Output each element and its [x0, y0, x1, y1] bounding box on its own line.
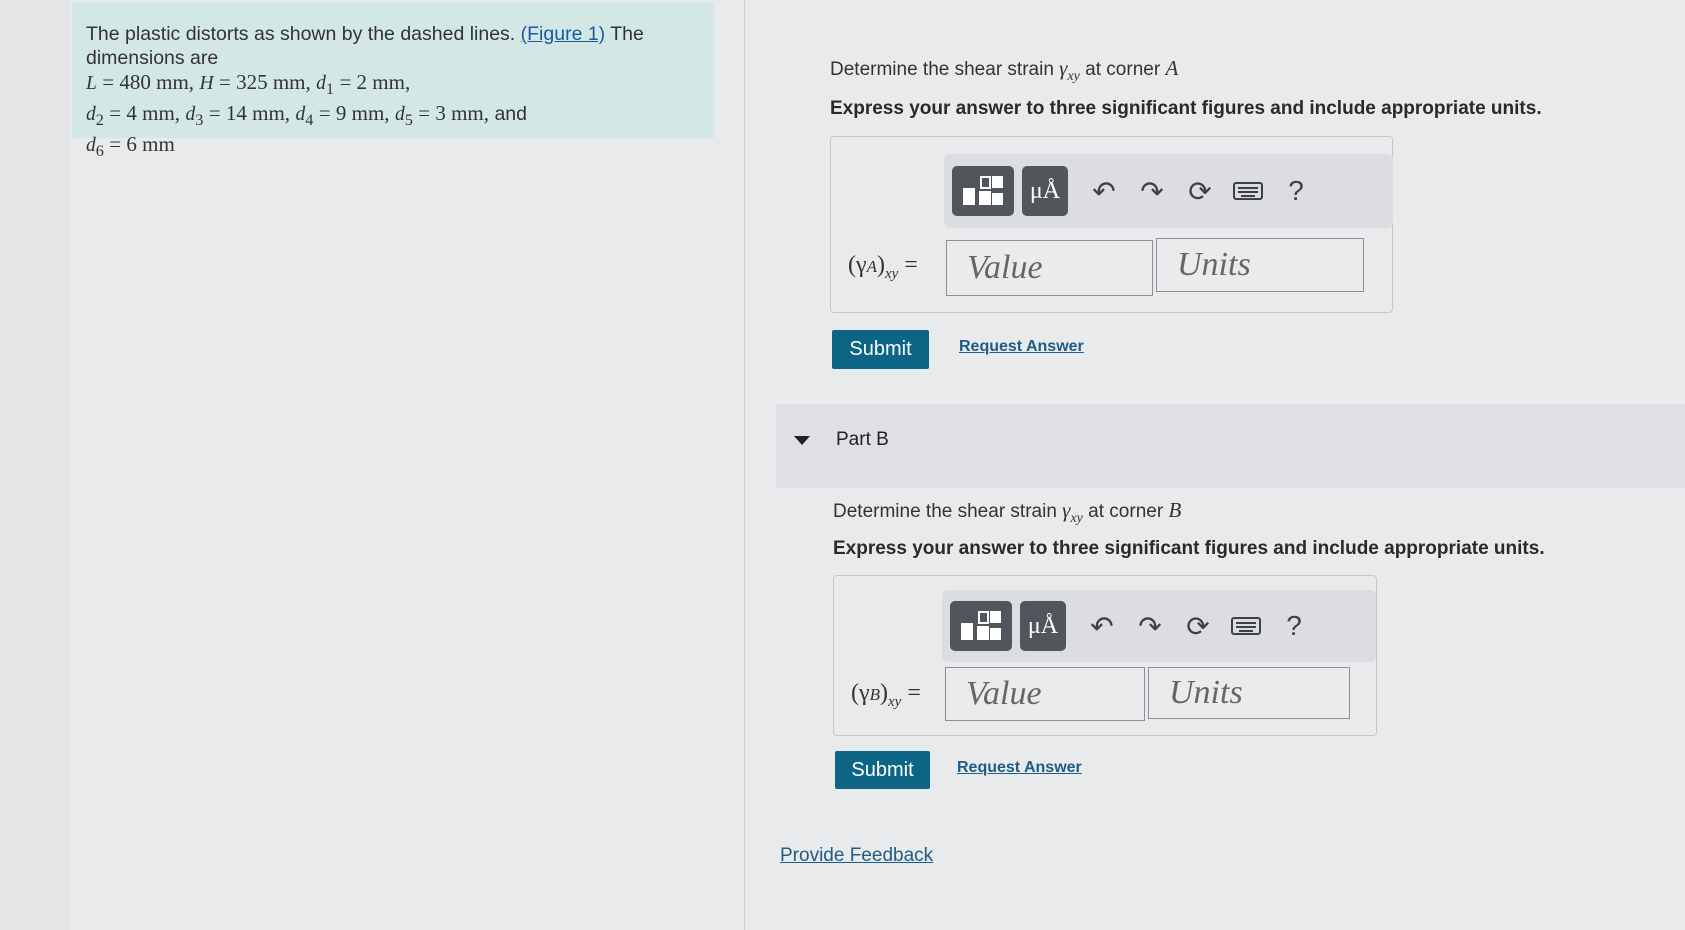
dim-symbol: d — [185, 103, 196, 125]
units-glyph: μÅ — [1027, 612, 1059, 639]
part-b-title: Part B — [836, 429, 889, 450]
dim-symbol: d — [394, 103, 405, 125]
dim-sub: 4 — [305, 110, 314, 129]
reset-icon[interactable]: ⟳ — [1174, 601, 1222, 651]
label-sub: xy — [885, 265, 899, 282]
help-icon[interactable]: ? — [1270, 601, 1318, 651]
redo-icon[interactable]: ↷ — [1126, 601, 1174, 651]
keyboard-icon[interactable] — [1222, 601, 1270, 651]
dim-sub: 2 — [95, 110, 104, 129]
part-a-submit-button[interactable]: Submit — [832, 330, 929, 369]
part-b-submit-button[interactable]: Submit — [835, 751, 930, 789]
dim-value: = 2 mm, — [339, 70, 411, 94]
dim-symbol: d — [316, 73, 326, 94]
part-a-instruction: Express your answer to three significant… — [830, 98, 1542, 119]
templates-icon[interactable] — [952, 166, 1014, 216]
dim-value: = 4 mm, — [109, 100, 181, 125]
corner-label: B — [1168, 498, 1182, 522]
reset-icon[interactable]: ⟳ — [1176, 166, 1224, 216]
collapse-caret-icon[interactable] — [794, 436, 810, 445]
part-b-header[interactable] — [776, 404, 1685, 488]
label-inner: A — [866, 257, 877, 276]
dim-symbol: H — [199, 73, 214, 94]
dim-value: = 3 mm, — [418, 100, 490, 125]
dim-value: = 325 mm, — [218, 70, 311, 94]
corner-label: A — [1165, 56, 1179, 80]
dim-line-1: L = 480 mm, H = 325 mm, d1 = 2 mm, — [86, 70, 411, 98]
gamma-sub: xy — [1070, 510, 1083, 526]
dim-value: = 9 mm, — [318, 100, 390, 125]
undo-icon[interactable]: ↶ — [1080, 166, 1128, 216]
redo-icon[interactable]: ↷ — [1128, 166, 1176, 216]
figure-link[interactable]: (Figure 1) — [521, 23, 606, 45]
label-eq: = — [907, 680, 921, 706]
part-b-toolbar: μÅ ↶ ↷ ⟳ ? — [942, 590, 1376, 662]
dim-sub: 6 — [95, 141, 104, 160]
label-eq: = — [904, 252, 918, 278]
part-a-value-input[interactable]: Value — [946, 240, 1153, 296]
units-glyph: μÅ — [1029, 177, 1061, 204]
dim-value: = 6 mm — [109, 131, 175, 156]
label-inner: B — [869, 685, 880, 704]
part-b-value-input[interactable]: Value — [945, 667, 1145, 721]
help-icon[interactable]: ? — [1272, 166, 1320, 216]
dim-sub: 5 — [404, 110, 413, 129]
question-suffix: at corner — [1088, 501, 1164, 522]
part-a-answer-label: (γA)xy = — [848, 252, 918, 283]
question-text: Determine the shear strain — [830, 59, 1054, 80]
dim-value: = 14 mm, — [208, 100, 291, 125]
dim-line-3: d6 = 6 mm — [86, 131, 175, 160]
question-text: Determine the shear strain — [833, 501, 1057, 522]
dim-line-2: d2 = 4 mm, d3 = 14 mm, d4 = 9 mm, d5 = 3… — [86, 100, 527, 129]
keyboard-icon[interactable] — [1224, 166, 1272, 216]
part-b-instruction: Express your answer to three significant… — [833, 538, 1545, 559]
help-glyph: ? — [1288, 175, 1304, 206]
dim-symbol: d — [86, 103, 96, 125]
label-close: ) — [880, 680, 888, 706]
part-a-question: Determine the shear strain γxy at corner… — [830, 56, 1178, 85]
gamma-sub: xy — [1067, 68, 1080, 84]
label-main: (γ — [848, 252, 867, 278]
problem-statement: The plastic distorts as shown by the das… — [72, 2, 714, 160]
label-main: (γ — [851, 680, 870, 706]
provide-feedback-link[interactable]: Provide Feedback — [780, 845, 933, 867]
label-sub: xy — [888, 693, 902, 710]
part-b-question: Determine the shear strain γxy at corner… — [833, 498, 1181, 527]
question-suffix: at corner — [1085, 59, 1161, 80]
part-b-request-answer-link[interactable]: Request Answer — [957, 759, 1082, 777]
part-b-units-input[interactable]: Units — [1148, 667, 1350, 719]
dim-sub: 1 — [325, 79, 335, 98]
left-margin — [0, 0, 70, 930]
column-divider — [744, 0, 745, 930]
and-word: and — [494, 102, 527, 125]
part-a-toolbar: μÅ ↶ ↷ ⟳ ? — [944, 154, 1393, 228]
part-a-request-answer-link[interactable]: Request Answer — [959, 338, 1084, 356]
label-close: ) — [877, 252, 885, 278]
help-glyph: ? — [1286, 610, 1302, 641]
units-icon[interactable]: μÅ — [1020, 601, 1066, 651]
part-b-answer-label: (γB)xy = — [851, 680, 921, 711]
units-icon[interactable]: μÅ — [1022, 166, 1068, 216]
problem-text: The plastic distorts as shown by the das… — [86, 23, 516, 45]
dim-sub: 3 — [195, 110, 204, 129]
dim-symbol: d — [295, 103, 306, 125]
undo-icon[interactable]: ↶ — [1078, 601, 1126, 651]
dim-symbol: L — [86, 73, 97, 94]
part-a-units-input[interactable]: Units — [1156, 238, 1364, 292]
dim-symbol: d — [86, 134, 96, 156]
templates-icon[interactable] — [950, 601, 1012, 651]
dim-value: = 480 mm, — [102, 70, 195, 94]
